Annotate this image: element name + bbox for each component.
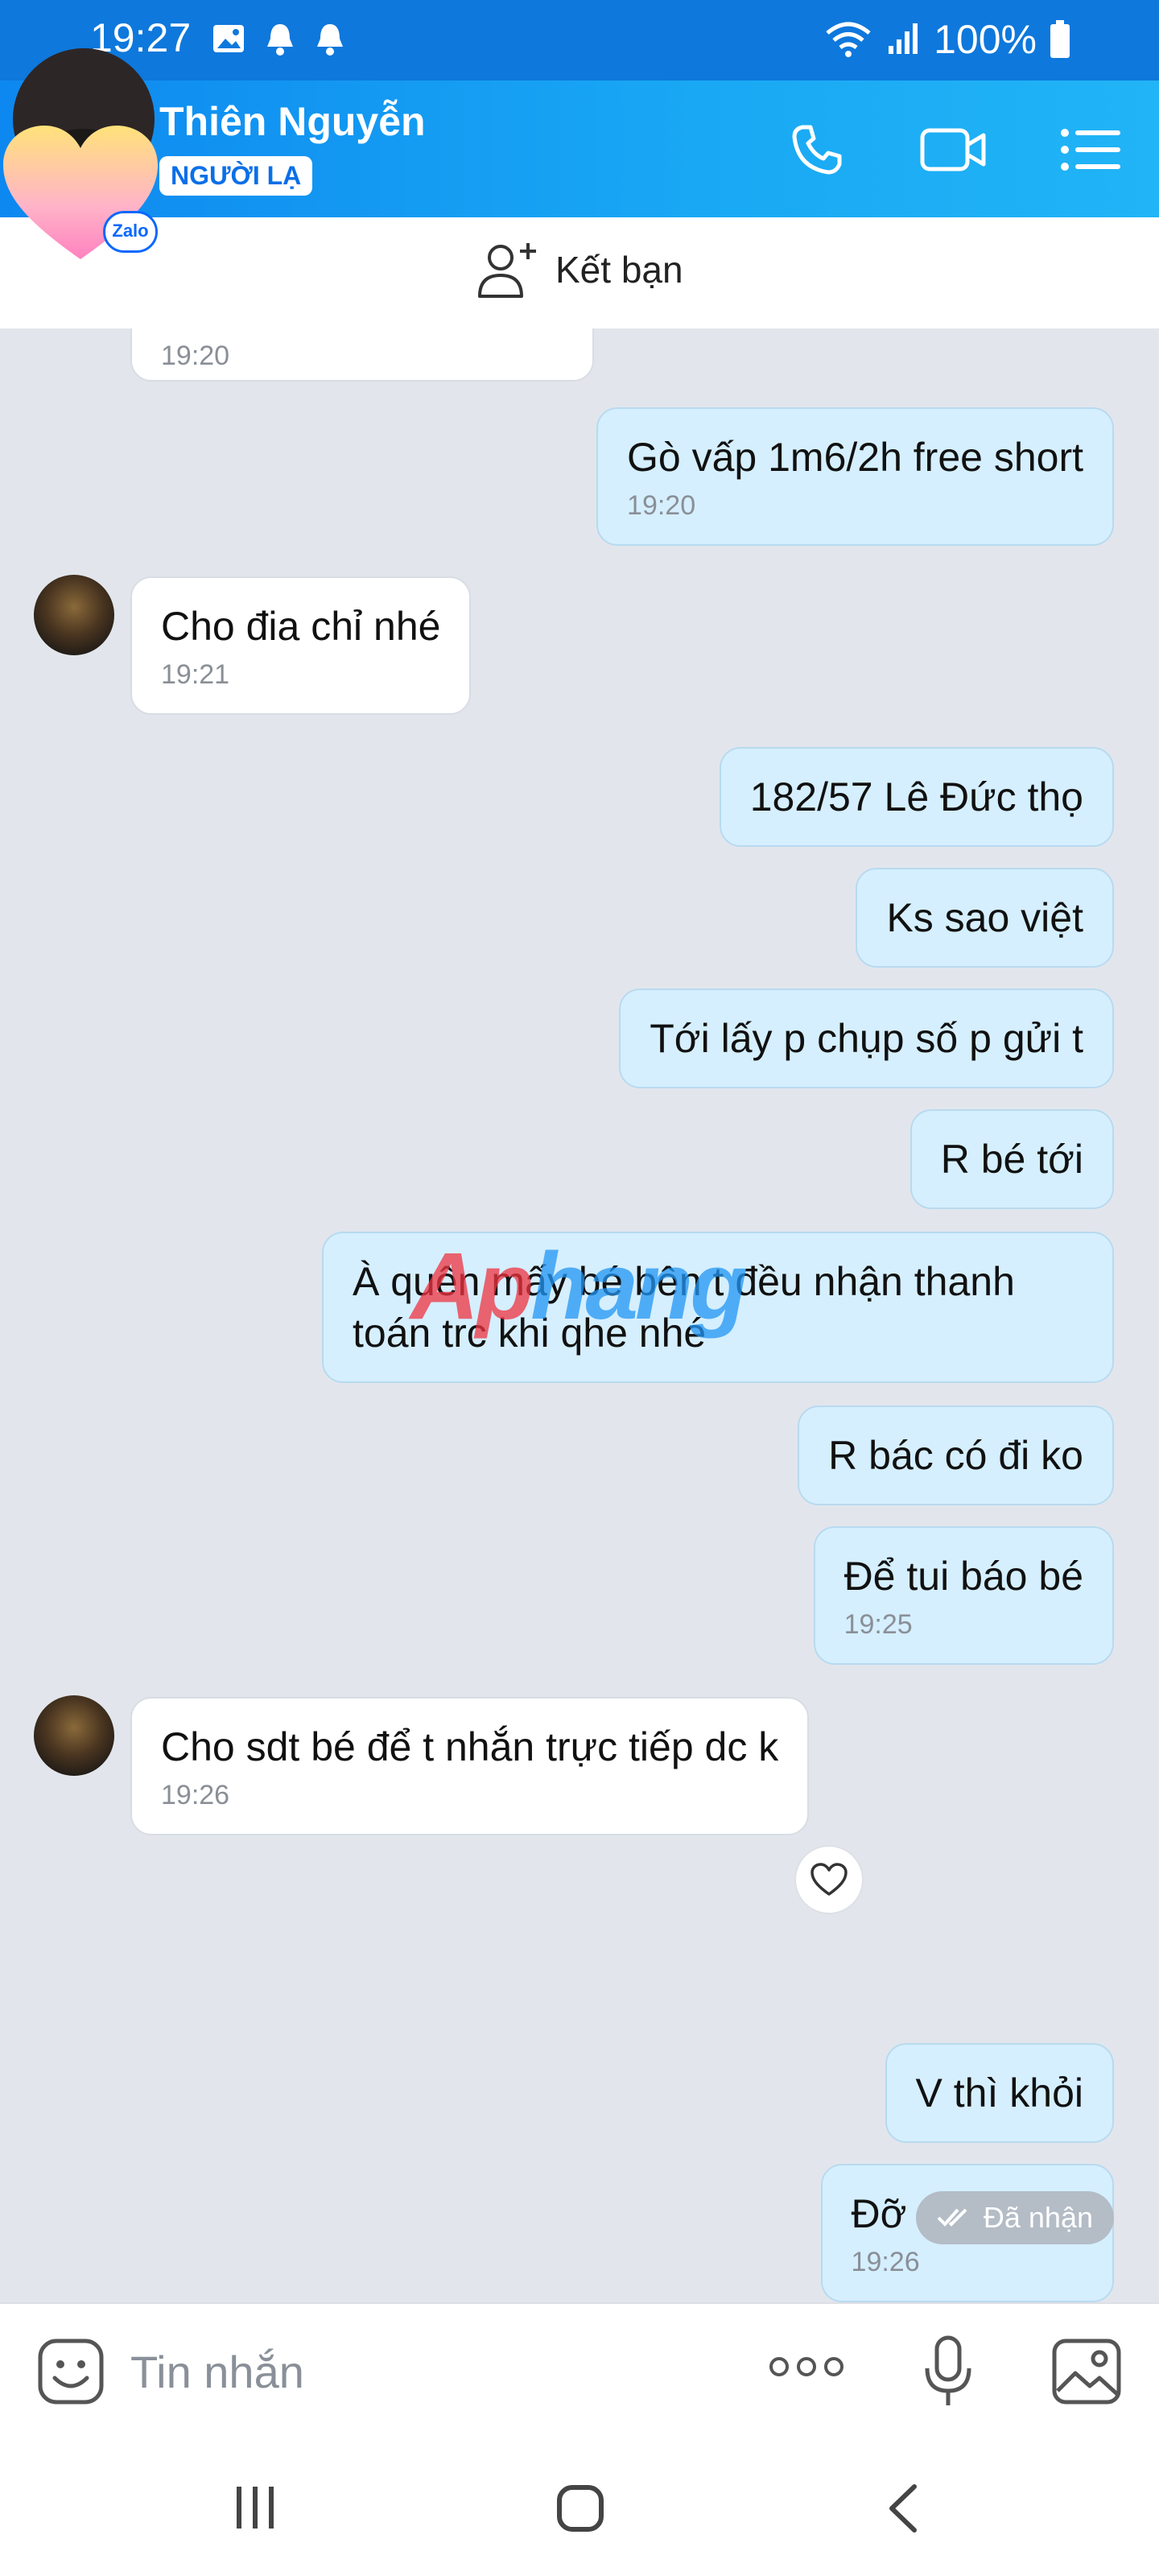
message-bubble-outgoing[interactable]: 182/57 Lê Đức thọ: [719, 747, 1114, 847]
message-text: Cho đia chỉ nhé: [161, 604, 441, 649]
back-icon: [889, 2484, 917, 2533]
message-time: 19:26: [161, 1780, 230, 1810]
add-friend-icon: [478, 243, 536, 298]
received-status: Đã nhận: [915, 2191, 1114, 2244]
bell-icon: [267, 24, 293, 56]
message-text: R bé tới: [940, 1137, 1083, 1182]
received-status-label: Đã nhận: [983, 2201, 1093, 2234]
react-button[interactable]: [794, 1845, 864, 1914]
image-icon: [213, 25, 244, 52]
message-time: 19:26: [851, 2247, 920, 2277]
voice-button[interactable]: [919, 2333, 977, 2414]
sender-avatar[interactable]: [34, 1695, 114, 1776]
message-bubble-outgoing[interactable]: Tới lấy p chụp số p gửi t: [619, 989, 1114, 1088]
check-icon: [937, 2208, 967, 2227]
recent-apps-button[interactable]: [233, 2483, 277, 2536]
battery-percent: 100%: [934, 17, 1037, 62]
message-bubble-outgoing[interactable]: Gò vấp 1m6/2h free short 19:20: [596, 407, 1114, 546]
message-text: R bác có đi ko: [828, 1433, 1083, 1478]
gallery-button[interactable]: [1051, 2338, 1122, 2409]
more-button[interactable]: [768, 2352, 845, 2385]
back-button[interactable]: [885, 2483, 921, 2537]
chat-options-button[interactable]: [1054, 118, 1127, 182]
wifi-icon: [826, 22, 871, 57]
message-text: 182/57 Lê Đức thọ: [749, 774, 1083, 819]
message-time: 19:20: [161, 341, 230, 371]
message-bubble-incoming[interactable]: Cho sdt bé để t nhắn trực tiếp dc k 19:2…: [130, 1697, 810, 1835]
phone-icon: [792, 125, 842, 175]
message-bubble-outgoing[interactable]: Ks sao việt: [856, 868, 1114, 968]
message-text: Cho sdt bé để t nhắn trực tiếp dc k: [161, 1724, 779, 1769]
message-text: Tới lấy p chụp số p gửi t: [650, 1016, 1083, 1061]
add-friend-button[interactable]: Kết bạn: [475, 240, 683, 299]
home-icon: [557, 2485, 604, 2532]
message-input[interactable]: Tin nhắn: [130, 2346, 304, 2398]
message-time: 19:25: [843, 1609, 913, 1640]
system-nav-bar: [0, 2439, 1159, 2576]
message-text: Ks sao việt: [886, 895, 1083, 940]
message-input-bar: Tin nhắn: [0, 2302, 1159, 2439]
more-icon: [769, 2357, 843, 2376]
message-time: 19:21: [161, 659, 230, 690]
add-friend-bar: Kết bạn: [0, 217, 1159, 328]
mic-icon: [925, 2335, 971, 2405]
contact-name[interactable]: Thiên Nguyễn: [159, 98, 426, 145]
video-call-icon: [920, 128, 986, 171]
stranger-badge: NGƯỜI LẠ: [159, 156, 313, 196]
emoji-button[interactable]: [37, 2338, 105, 2409]
message-bubble-outgoing[interactable]: R bé tới: [909, 1109, 1114, 1209]
heart-icon: [810, 1863, 848, 1896]
recent-apps-icon: [237, 2487, 274, 2529]
home-button[interactable]: [555, 2483, 605, 2537]
message-text: Để tui báo bé: [843, 1554, 1083, 1599]
message-bubble-outgoing[interactable]: Để tui báo bé 19:25: [813, 1526, 1114, 1665]
list-menu-icon: [1061, 129, 1120, 171]
message-bubble-incoming[interactable]: Cho đia chỉ nhé 19:21: [130, 576, 472, 715]
sender-avatar[interactable]: [34, 575, 114, 655]
add-friend-label: Kết bạn: [555, 249, 683, 291]
video-call-button[interactable]: [918, 118, 990, 182]
status-bar: 19:27 100%: [0, 0, 1159, 80]
phone-call-button[interactable]: [781, 118, 853, 182]
message-text: Gò vấp 1m6/2h free short: [627, 435, 1083, 480]
message-bubble-outgoing[interactable]: R bác có đi ko: [798, 1406, 1114, 1505]
signal-icon: [889, 23, 918, 54]
battery-icon: [1050, 20, 1070, 58]
message-bubble-outgoing[interactable]: V thì khỏi: [885, 2043, 1114, 2143]
message-time: 19:20: [627, 490, 696, 521]
emoji-icon: [38, 2339, 104, 2405]
bell-icon: [317, 24, 343, 56]
watermark: Aphang: [410, 1233, 748, 1340]
chat-header: Thiên Nguyễn NGƯỜI LẠ: [0, 80, 1159, 217]
gallery-icon: [1052, 2339, 1121, 2405]
zalo-badge: Zalo: [103, 211, 158, 253]
message-text: V thì khỏi: [915, 2070, 1083, 2116]
message-bubble-incoming[interactable]: 19:20: [130, 328, 594, 382]
